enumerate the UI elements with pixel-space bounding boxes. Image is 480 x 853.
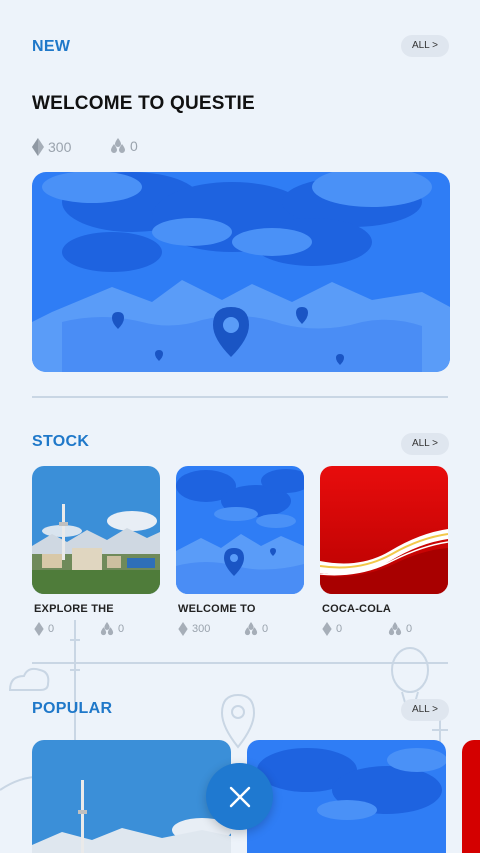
drops-stat: 0 [244, 622, 268, 636]
section-divider [32, 396, 448, 398]
stock-all-button[interactable]: ALL > [400, 433, 449, 455]
drops-icon [388, 622, 402, 636]
drops-icon [244, 622, 258, 636]
gem-stat: 300 [178, 622, 210, 636]
drops-icon [111, 138, 125, 153]
gem-icon [322, 622, 332, 636]
gem-value: 300 [48, 139, 72, 155]
new-all-button[interactable]: ALL > [400, 35, 449, 57]
popular-all-button[interactable]: ALL > [400, 699, 449, 721]
stock-card-coca-cola[interactable] [320, 466, 448, 594]
gem-icon [34, 622, 44, 636]
gem-stat: 0 [322, 622, 342, 636]
gem-stat: 0 [34, 622, 54, 636]
stock-card-title-explore: EXPLORE THE [34, 603, 114, 615]
close-icon [229, 786, 250, 807]
gem-stat: 300 [32, 138, 71, 156]
quest-title[interactable]: WELCOME TO QUESTIE [32, 93, 255, 115]
section-title-new: NEW [32, 38, 71, 55]
stock-card-title-welcome: WELCOME TO [178, 603, 256, 615]
gem-value: 300 [192, 623, 211, 635]
section-title-popular: POPULAR [32, 700, 113, 717]
section-divider [32, 662, 448, 664]
section-title-stock: STOCK [32, 433, 90, 450]
stock-card-explore[interactable] [32, 466, 160, 594]
drops-stat: 0 [100, 622, 124, 636]
gem-icon [178, 622, 188, 636]
close-button[interactable] [206, 763, 273, 830]
drops-value: 0 [130, 138, 138, 154]
popular-card-city[interactable] [32, 740, 231, 853]
drops-stat: 0 [110, 138, 138, 154]
popular-card-coca-cola[interactable] [462, 740, 480, 853]
gem-icon [32, 138, 44, 156]
drops-value: 0 [118, 623, 125, 635]
gem-value: 0 [336, 623, 343, 635]
stock-card-welcome[interactable] [176, 466, 304, 594]
popular-card-welcome[interactable] [247, 740, 446, 853]
stock-card-title-coca-cola: COCA-COLA [322, 603, 392, 615]
gem-value: 0 [48, 623, 55, 635]
drops-icon [100, 622, 114, 636]
drops-value: 0 [406, 623, 413, 635]
hero-quest-image[interactable] [32, 172, 450, 372]
drops-stat: 0 [388, 622, 412, 636]
drops-value: 0 [262, 623, 269, 635]
